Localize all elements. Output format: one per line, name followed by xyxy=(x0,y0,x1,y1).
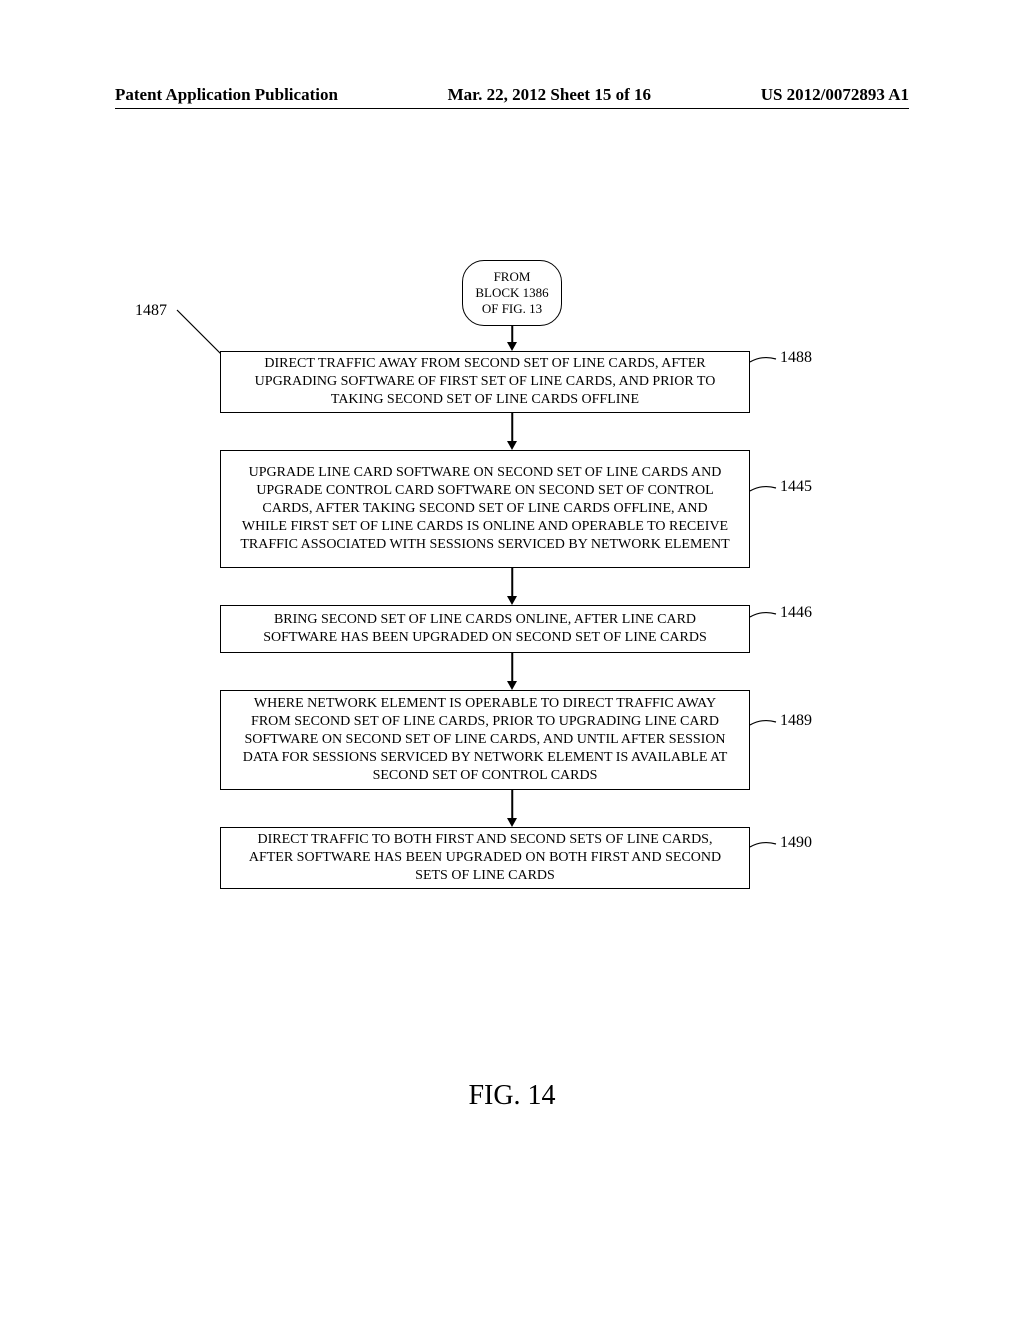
flow-step-1490: DIRECT TRAFFIC TO BOTH FIRST AND SECOND … xyxy=(220,827,750,889)
page-header: Patent Application Publication Mar. 22, … xyxy=(0,85,1024,105)
flow-step-text: DIRECT TRAFFIC TO BOTH FIRST AND SECOND … xyxy=(239,831,731,886)
leader-line-1490 xyxy=(750,838,778,856)
ref-label-1488: 1488 xyxy=(780,349,812,367)
ref-label-1489: 1489 xyxy=(780,712,812,730)
ref-label-1446: 1446 xyxy=(780,604,812,622)
flow-step-text: UPGRADE LINE CARD SOFTWARE ON SECOND SET… xyxy=(239,464,731,555)
ref-label-1445: 1445 xyxy=(780,478,812,496)
header-rule xyxy=(115,108,909,109)
leader-line-1446 xyxy=(750,608,778,626)
flow-step-text: BRING SECOND SET OF LINE CARDS ONLINE, A… xyxy=(239,611,731,647)
flow-step-text: WHERE NETWORK ELEMENT IS OPERABLE TO DIR… xyxy=(239,695,731,786)
entry-line2: BLOCK 1386 xyxy=(475,285,548,301)
header-left: Patent Application Publication xyxy=(115,85,338,105)
flow-step-1489: WHERE NETWORK ELEMENT IS OPERABLE TO DIR… xyxy=(220,690,750,790)
arrow-head-icon xyxy=(507,342,517,351)
arrow-head-icon xyxy=(507,818,517,827)
flow-step-1446: BRING SECOND SET OF LINE CARDS ONLINE, A… xyxy=(220,605,750,653)
arrow-head-icon xyxy=(507,441,517,450)
flow-step-1445: UPGRADE LINE CARD SOFTWARE ON SECOND SET… xyxy=(220,450,750,568)
flow-step-1488: DIRECT TRAFFIC AWAY FROM SECOND SET OF L… xyxy=(220,351,750,413)
arrow-connector xyxy=(511,790,513,820)
flowchart-entry-connector: FROM BLOCK 1386 OF FIG. 13 xyxy=(462,260,562,326)
header-right: US 2012/0072893 A1 xyxy=(761,85,909,105)
arrow-connector xyxy=(511,653,513,683)
entry-line1: FROM xyxy=(494,269,531,285)
arrow-head-icon xyxy=(507,596,517,605)
ref-label-1490: 1490 xyxy=(780,834,812,852)
arrow-connector xyxy=(511,568,513,598)
leader-line-1445 xyxy=(750,482,778,500)
header-center: Mar. 22, 2012 Sheet 15 of 16 xyxy=(448,85,651,105)
arrow-head-icon xyxy=(507,681,517,690)
arrow-connector xyxy=(511,413,513,443)
entry-line3: OF FIG. 13 xyxy=(482,301,542,317)
leader-line-1488 xyxy=(750,353,778,371)
leader-line-1489 xyxy=(750,716,778,734)
ref-label-1487: 1487 xyxy=(135,302,167,320)
figure-caption: FIG. 14 xyxy=(468,1080,555,1112)
flow-step-text: DIRECT TRAFFIC AWAY FROM SECOND SET OF L… xyxy=(239,355,731,410)
